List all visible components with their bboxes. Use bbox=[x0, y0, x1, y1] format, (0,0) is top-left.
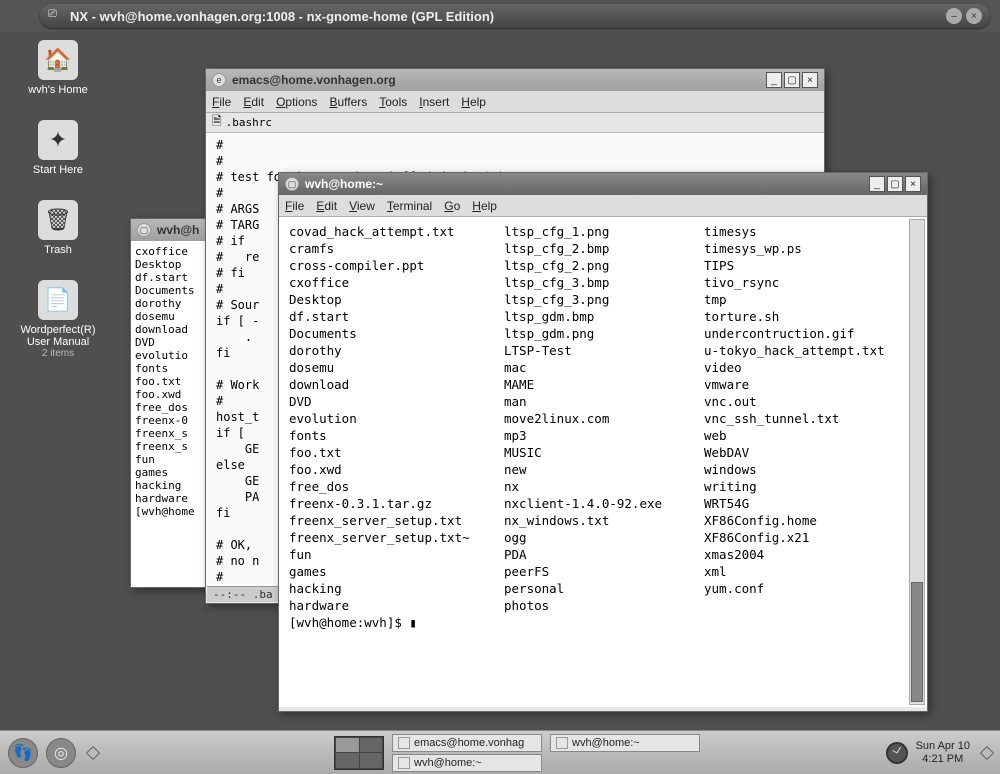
ls-column-2: ltsp_cfg_1.png ltsp_cfg_2.bmp ltsp_cfg_2… bbox=[504, 223, 684, 614]
desktop-icon-sublabel: 2 items bbox=[8, 348, 108, 359]
terminal-menu-view[interactable]: View bbox=[349, 199, 375, 213]
ls-column-3: timesys timesys_wp.ps TIPS tivo_rsync tm… bbox=[704, 223, 904, 614]
clock-date: Sun Apr 10 bbox=[916, 740, 970, 753]
desktop-icon-wordperfect-manual[interactable]: 📄 Wordperfect(R) User Manual 2 items bbox=[8, 280, 108, 359]
workspace-4[interactable] bbox=[360, 753, 383, 768]
emacs-icon: e bbox=[212, 73, 226, 87]
window-list-2: wvh@home:~ bbox=[550, 734, 700, 772]
window-list: emacs@home.vonhag wvh@home:~ bbox=[392, 734, 542, 772]
panel-handle[interactable] bbox=[86, 745, 100, 759]
actions-icon[interactable]: ◎ bbox=[46, 738, 76, 768]
close-button[interactable]: × bbox=[966, 8, 982, 24]
terminal-icon: ▢ bbox=[137, 223, 151, 237]
terminal-menubar: File Edit View Terminal Go Help bbox=[279, 195, 927, 217]
terminal-minimize-button[interactable]: _ bbox=[869, 176, 885, 192]
terminal-menu-help[interactable]: Help bbox=[472, 199, 497, 213]
terminal-body[interactable]: covad_hack_attempt.txt cramfs cross-comp… bbox=[279, 217, 927, 707]
terminal-maximize-button[interactable]: ▢ bbox=[887, 176, 903, 192]
emacs-menu-buffers[interactable]: Buffers bbox=[329, 95, 367, 109]
emacs-menu-file[interactable]: File bbox=[212, 95, 231, 109]
terminal-prompt[interactable]: [wvh@home:wvh]$ ▮ bbox=[289, 614, 917, 631]
emacs-minimize-button[interactable]: _ bbox=[766, 72, 782, 88]
workspace-pager[interactable] bbox=[334, 736, 384, 770]
emacs-buffer-name: .bashrc bbox=[226, 116, 272, 129]
desktop-icon-label: wvh's Home bbox=[8, 84, 108, 96]
foot-menu-icon[interactable]: 👣 bbox=[8, 738, 38, 768]
terminal-scrollbar[interactable] bbox=[909, 219, 925, 705]
workspace-3[interactable] bbox=[336, 753, 359, 768]
terminal-titlebar[interactable]: ▢ wvh@home:~ _ ▢ × bbox=[279, 173, 927, 195]
terminal-window[interactable]: ▢ wvh@home:~ _ ▢ × File Edit View Termin… bbox=[278, 172, 928, 712]
emacs-maximize-button[interactable]: ▢ bbox=[784, 72, 800, 88]
emacs-menu-insert[interactable]: Insert bbox=[419, 95, 449, 109]
emacs-menu-options[interactable]: Options bbox=[276, 95, 317, 109]
panel-handle-right[interactable] bbox=[980, 745, 994, 759]
windowlist-label: wvh@home:~ bbox=[414, 757, 482, 769]
windowlist-label: emacs@home.vonhag bbox=[414, 737, 524, 749]
windowlist-term2[interactable]: wvh@home:~ bbox=[550, 734, 700, 752]
windowlist-label: wvh@home:~ bbox=[572, 737, 640, 749]
terminal-menu-edit[interactable]: Edit bbox=[316, 199, 337, 213]
nx-titlebar: ⎚ NX - wvh@home.vonhagen.org:1008 - nx-g… bbox=[40, 4, 990, 28]
minimize-button[interactable]: – bbox=[946, 8, 962, 24]
emacs-close-button[interactable]: × bbox=[802, 72, 818, 88]
clock-area: Sun Apr 10 4:21 PM bbox=[886, 740, 992, 766]
file-icon: 🗎 bbox=[212, 112, 222, 133]
app-icon bbox=[556, 737, 568, 749]
home-folder-icon: 🏠 bbox=[38, 40, 78, 80]
windowlist-term1[interactable]: wvh@home:~ bbox=[392, 754, 542, 772]
scrollbar-thumb[interactable] bbox=[911, 582, 923, 702]
terminal-menu-go[interactable]: Go bbox=[444, 199, 460, 213]
terminal-title: wvh@home:~ bbox=[305, 177, 867, 191]
trash-icon: 🗑 bbox=[38, 200, 78, 240]
terminal-menu-file[interactable]: File bbox=[285, 199, 304, 213]
desktop-icon-label: Start Here bbox=[8, 164, 108, 176]
windowlist-emacs[interactable]: emacs@home.vonhag bbox=[392, 734, 542, 752]
emacs-menu-tools[interactable]: Tools bbox=[379, 95, 407, 109]
clock-icon[interactable] bbox=[886, 742, 908, 764]
clock-text[interactable]: Sun Apr 10 4:21 PM bbox=[916, 740, 970, 766]
app-icon bbox=[398, 737, 410, 749]
workspace-1[interactable] bbox=[336, 738, 359, 753]
ls-column-1: covad_hack_attempt.txt cramfs cross-comp… bbox=[289, 223, 484, 614]
emacs-toolbar: 🗎 .bashrc bbox=[206, 113, 824, 133]
desktop-icon-label: Wordperfect(R) User Manual bbox=[8, 324, 108, 348]
terminal-close-button[interactable]: × bbox=[905, 176, 921, 192]
gnome-panel: 👣 ◎ emacs@home.vonhag wvh@home:~ wvh@hom… bbox=[0, 730, 1000, 774]
desktop-icon-label: Trash bbox=[8, 244, 108, 256]
nx-icon: ⎚ bbox=[48, 8, 64, 24]
desktop-icon-start-here[interactable]: ✦ Start Here bbox=[8, 120, 108, 176]
emacs-menu-edit[interactable]: Edit bbox=[243, 95, 264, 109]
terminal-menu-terminal[interactable]: Terminal bbox=[387, 199, 432, 213]
clock-time: 4:21 PM bbox=[916, 753, 970, 766]
workspace-2[interactable] bbox=[360, 738, 383, 753]
emacs-title: emacs@home.vonhagen.org bbox=[232, 73, 764, 87]
start-here-icon: ✦ bbox=[38, 120, 78, 160]
desktop-icon-home[interactable]: 🏠 wvh's Home bbox=[8, 40, 108, 96]
desktop-icon-trash[interactable]: 🗑 Trash bbox=[8, 200, 108, 256]
nx-title: NX - wvh@home.vonhagen.org:1008 - nx-gno… bbox=[70, 9, 942, 24]
emacs-titlebar[interactable]: e emacs@home.vonhagen.org _ ▢ × bbox=[206, 69, 824, 91]
document-folder-icon: 📄 bbox=[38, 280, 78, 320]
emacs-menubar: File Edit Options Buffers Tools Insert H… bbox=[206, 91, 824, 113]
app-icon bbox=[398, 757, 410, 769]
emacs-menu-help[interactable]: Help bbox=[461, 95, 486, 109]
terminal-icon: ▢ bbox=[285, 177, 299, 191]
desktop[interactable]: 🏠 wvh's Home ✦ Start Here 🗑 Trash 📄 Word… bbox=[0, 32, 1000, 730]
